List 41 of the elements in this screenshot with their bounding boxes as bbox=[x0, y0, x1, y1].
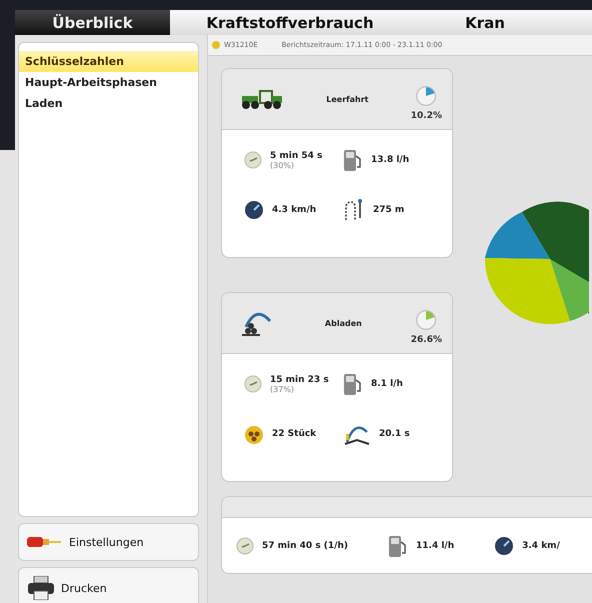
route-icon bbox=[343, 198, 365, 222]
fuel-pump-icon bbox=[388, 534, 408, 558]
share-pie-icon bbox=[415, 85, 438, 107]
sidebar-item[interactable]: Schlüsselzahlen bbox=[19, 51, 198, 72]
stat-value: 4.3 km/h bbox=[272, 205, 316, 215]
clock-icon bbox=[244, 375, 262, 393]
stat-value: 3.4 km/ bbox=[522, 541, 560, 551]
stat-value: 11.4 l/h bbox=[416, 541, 454, 551]
stat-value: 275 m bbox=[373, 205, 404, 215]
tab[interactable]: Kran bbox=[410, 10, 560, 35]
share-percent: 10.2% bbox=[410, 111, 442, 121]
share-pie-icon bbox=[415, 309, 438, 331]
fuel-pump-icon bbox=[343, 148, 363, 172]
clock-icon bbox=[236, 537, 254, 555]
stat-value: 8.1 l/h bbox=[371, 379, 403, 389]
phase-title: Leerfahrt bbox=[325, 94, 370, 104]
plug-icon bbox=[27, 535, 63, 549]
sidebar-item[interactable]: Haupt-Arbeitsphasen bbox=[19, 72, 198, 93]
print-button[interactable]: Drucken bbox=[18, 567, 199, 603]
log-bundle-icon bbox=[244, 423, 264, 445]
status-dot bbox=[212, 41, 220, 49]
speedometer-icon bbox=[494, 536, 514, 556]
stat-value: 5 min 54 s bbox=[270, 150, 322, 160]
forwarder-icon bbox=[240, 88, 284, 110]
printer-icon bbox=[27, 576, 55, 600]
tab[interactable]: Überblick bbox=[15, 10, 170, 35]
stat-value: 22 Stück bbox=[272, 429, 316, 439]
share-percent: 26.6% bbox=[410, 335, 442, 345]
phase-title: Abladen bbox=[324, 318, 363, 328]
stat-value: 57 min 40 s (1/h) bbox=[262, 541, 348, 551]
stat-value: 20.1 s bbox=[379, 429, 410, 439]
sidebar-item[interactable]: Laden bbox=[19, 93, 198, 114]
settings-button[interactable]: Einstellungen bbox=[18, 523, 199, 561]
fuel-pump-icon bbox=[343, 372, 363, 396]
stat-share: (30%) bbox=[270, 160, 296, 170]
stat-share: (37%) bbox=[270, 384, 296, 394]
tab[interactable]: Kraftstoffverbrauch bbox=[170, 10, 410, 35]
stat-value: 13.8 l/h bbox=[371, 155, 410, 165]
stat-value: 15 min 23 s bbox=[270, 374, 329, 384]
clock-icon bbox=[244, 151, 262, 169]
speedometer-icon bbox=[244, 200, 264, 220]
